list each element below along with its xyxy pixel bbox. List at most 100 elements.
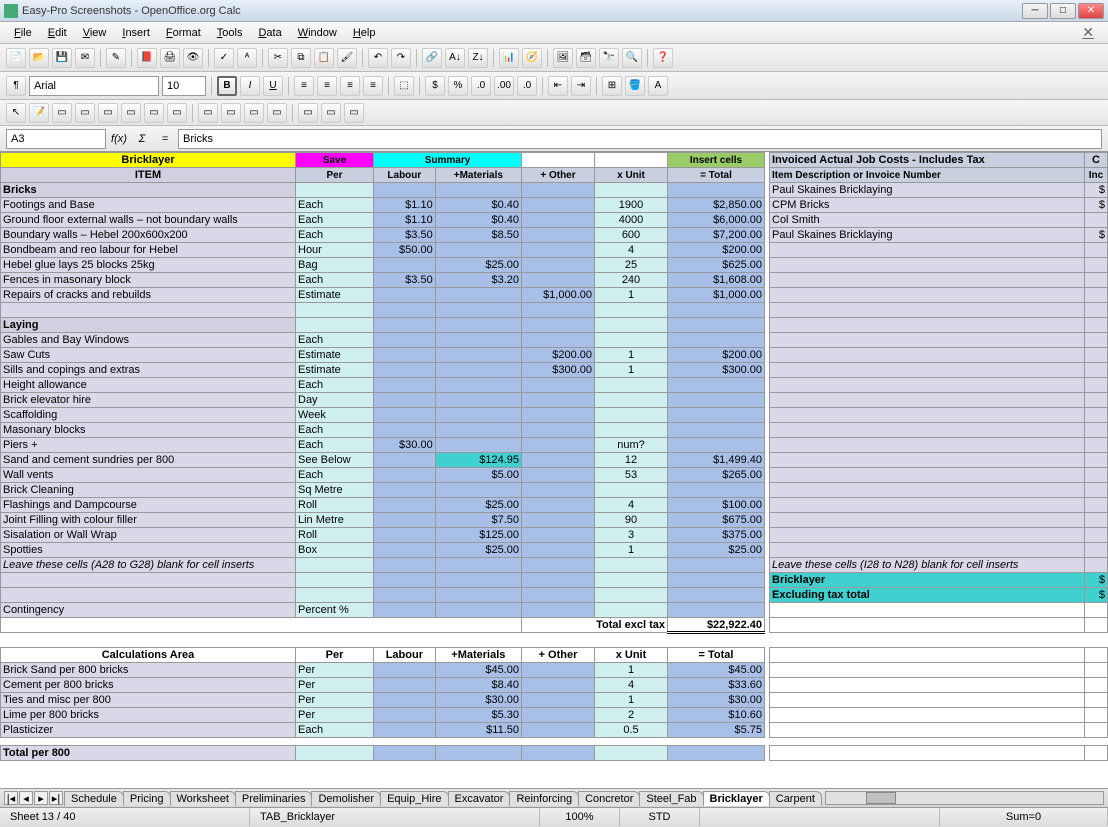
open-icon[interactable]: 📂 — [29, 48, 49, 68]
datasource-icon[interactable]: 🗃 — [576, 48, 596, 68]
cell-reference[interactable] — [6, 129, 106, 149]
control6-icon[interactable]: ▭ — [167, 103, 187, 123]
dec-dec-icon[interactable]: .0 — [517, 76, 537, 96]
size-select[interactable] — [162, 76, 206, 96]
merge-icon[interactable]: ⬚ — [394, 76, 414, 96]
tab-schedule[interactable]: Schedule — [64, 791, 124, 806]
formula-input[interactable] — [178, 129, 1102, 149]
control2-icon[interactable]: ▭ — [75, 103, 95, 123]
align-center-icon[interactable]: ≡ — [317, 76, 337, 96]
tab-concretor[interactable]: Concretor — [578, 791, 640, 806]
autospell-icon[interactable]: ᴬ — [237, 48, 257, 68]
tab-first-icon[interactable]: |◂ — [4, 791, 18, 805]
tab-excavator[interactable]: Excavator — [448, 791, 511, 806]
sum-button[interactable]: Σ — [132, 129, 152, 149]
fx-button[interactable]: f(x) — [109, 129, 129, 149]
align-right-icon[interactable]: ≡ — [340, 76, 360, 96]
gallery-icon[interactable]: 🖼 — [553, 48, 573, 68]
doc-close-button[interactable]: ✕ — [1074, 22, 1102, 43]
menu-help[interactable]: Help — [345, 25, 384, 41]
control9-icon[interactable]: ▭ — [244, 103, 264, 123]
pdf-icon[interactable]: 📕 — [137, 48, 157, 68]
menu-file[interactable]: File — [6, 25, 40, 41]
menu-insert[interactable]: Insert — [114, 25, 158, 41]
save-icon[interactable]: 💾 — [52, 48, 72, 68]
form-icon[interactable]: 📝 — [29, 103, 49, 123]
equals-button[interactable]: = — [155, 129, 175, 149]
number-icon[interactable]: .0 — [471, 76, 491, 96]
header-bricklayer[interactable]: Bricklayer — [1, 153, 296, 168]
binoculars-icon[interactable]: 🔭 — [599, 48, 619, 68]
tab-next-icon[interactable]: ▸ — [34, 791, 48, 805]
dec-inc-icon[interactable]: .00 — [494, 76, 514, 96]
print-icon[interactable]: 🖨 — [160, 48, 180, 68]
align-justify-icon[interactable]: ≡ — [363, 76, 383, 96]
paste-icon[interactable]: 📋 — [314, 48, 334, 68]
cut-icon[interactable]: ✂ — [268, 48, 288, 68]
tab-demolisher[interactable]: Demolisher — [311, 791, 381, 806]
tab-preliminaries[interactable]: Preliminaries — [235, 791, 313, 806]
align-left-icon[interactable]: ≡ — [294, 76, 314, 96]
tab-equip-hire[interactable]: Equip_Hire — [380, 791, 448, 806]
maximize-button[interactable]: □ — [1050, 3, 1076, 19]
underline-button[interactable]: U — [263, 76, 283, 96]
hyperlink-icon[interactable]: 🔗 — [422, 48, 442, 68]
font-select[interactable] — [29, 76, 159, 96]
menu-edit[interactable]: Edit — [40, 25, 75, 41]
menu-window[interactable]: Window — [290, 25, 345, 41]
borders-icon[interactable]: ⊞ — [602, 76, 622, 96]
bold-button[interactable]: B — [217, 76, 237, 96]
bgcolor-icon[interactable]: 🪣 — [625, 76, 645, 96]
control1-icon[interactable]: ▭ — [52, 103, 72, 123]
select-icon[interactable]: ↖ — [6, 103, 26, 123]
copy-icon[interactable]: ⧉ — [291, 48, 311, 68]
tab-last-icon[interactable]: ▸| — [49, 791, 63, 805]
edit-icon[interactable]: ✎ — [106, 48, 126, 68]
menu-view[interactable]: View — [75, 25, 115, 41]
new-icon[interactable]: 📄 — [6, 48, 26, 68]
preview-icon[interactable]: 👁 — [183, 48, 203, 68]
tab-bricklayer[interactable]: Bricklayer — [703, 791, 770, 806]
control5-icon[interactable]: ▭ — [144, 103, 164, 123]
tab-prev-icon[interactable]: ◂ — [19, 791, 33, 805]
control7-icon[interactable]: ▭ — [198, 103, 218, 123]
italic-button[interactable]: I — [240, 76, 260, 96]
menu-tools[interactable]: Tools — [209, 25, 251, 41]
indent-dec-icon[interactable]: ⇤ — [548, 76, 568, 96]
tab-pricing[interactable]: Pricing — [123, 791, 171, 806]
fontcolor-icon[interactable]: A — [648, 76, 668, 96]
status-std[interactable]: STD — [620, 808, 700, 826]
email-icon[interactable]: ✉ — [75, 48, 95, 68]
control11-icon[interactable]: ▭ — [298, 103, 318, 123]
control3-icon[interactable]: ▭ — [98, 103, 118, 123]
tab-steel-fab[interactable]: Steel_Fab — [639, 791, 703, 806]
horizontal-scrollbar[interactable] — [825, 791, 1104, 805]
minimize-button[interactable]: ─ — [1022, 3, 1048, 19]
menu-format[interactable]: Format — [158, 25, 209, 41]
nav-icon[interactable]: 🧭 — [522, 48, 542, 68]
indent-inc-icon[interactable]: ⇥ — [571, 76, 591, 96]
status-sum[interactable]: Sum=0 — [940, 808, 1108, 826]
spellcheck-icon[interactable]: ✓ — [214, 48, 234, 68]
spreadsheet[interactable]: Bricklayer Save Summary Insert cells Inv… — [0, 152, 1108, 788]
control12-icon[interactable]: ▭ — [321, 103, 341, 123]
tab-carpent[interactable]: Carpent — [769, 791, 822, 806]
tab-reinforcing[interactable]: Reinforcing — [509, 791, 579, 806]
control8-icon[interactable]: ▭ — [221, 103, 241, 123]
button-summary[interactable]: Summary — [374, 153, 522, 168]
tab-worksheet[interactable]: Worksheet — [170, 791, 236, 806]
sort-desc-icon[interactable]: Z↓ — [468, 48, 488, 68]
zoom-icon[interactable]: 🔍 — [622, 48, 642, 68]
button-insert-cells[interactable]: Insert cells — [668, 153, 765, 168]
status-zoom[interactable]: 100% — [540, 808, 620, 826]
help-icon[interactable]: ❓ — [653, 48, 673, 68]
percent-icon[interactable]: % — [448, 76, 468, 96]
sort-asc-icon[interactable]: A↓ — [445, 48, 465, 68]
control10-icon[interactable]: ▭ — [267, 103, 287, 123]
undo-icon[interactable]: ↶ — [368, 48, 388, 68]
control4-icon[interactable]: ▭ — [121, 103, 141, 123]
redo-icon[interactable]: ↷ — [391, 48, 411, 68]
currency-icon[interactable]: $ — [425, 76, 445, 96]
styles-icon[interactable]: ¶ — [6, 76, 26, 96]
button-save[interactable]: Save — [296, 153, 374, 168]
